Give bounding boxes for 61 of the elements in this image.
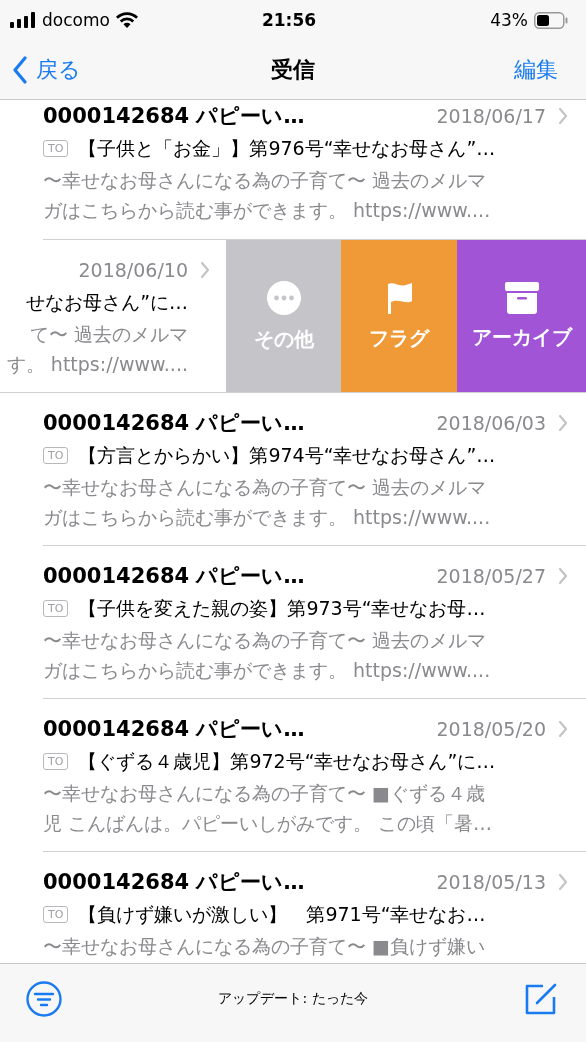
message-date: 2018/06/10	[78, 259, 188, 281]
battery-percent: 43%	[490, 10, 528, 30]
message-subject: 【ぐずる４歳児】第972号“幸せなお母さん”に…	[78, 748, 496, 774]
sender-name: 0000142684 パピーい…	[43, 103, 306, 130]
message-preview: ガはこちらから読む事ができます。 https://www....	[43, 198, 492, 223]
to-badge: TO	[43, 753, 69, 770]
message-date: 2018/05/13	[436, 871, 546, 893]
update-status: アップデート: たった今	[218, 990, 368, 1008]
to-badge: TO	[43, 906, 69, 923]
message-preview: て〜 過去のメルマ	[29, 322, 188, 347]
archive-action[interactable]: アーカイブ	[457, 240, 586, 392]
message-date: 2018/06/17	[436, 105, 546, 127]
message-subject: 【負けず嫌いが激しい】 第971号“幸せなお…	[78, 901, 486, 927]
message-row[interactable]: 0000142684 パピーい… 2018/05/13 TO 【負けず嫌いが激しい】 第971号“幸せなお… 〜幸せなお母さんになる為の子育て〜 ■負けず嫌い	[43, 852, 586, 963]
message-preview: 〜幸せなお母さんになる為の子育て〜 ■負けず嫌い	[43, 934, 486, 959]
to-badge: TO	[43, 447, 69, 464]
carrier-name: docomo	[42, 10, 110, 30]
message-date: 2018/05/27	[436, 565, 546, 587]
wifi-icon	[115, 12, 138, 28]
chevron-icon	[200, 261, 210, 279]
chevron-icon	[558, 107, 568, 125]
message-subject: 【子供と「お金」】第976号“幸せなお母さん”…	[78, 135, 496, 161]
message-preview: ガはこちらから読む事ができます。 https://www....	[43, 658, 492, 683]
screen-title: 受信	[271, 55, 315, 84]
clock-time: 21:56	[261, 10, 317, 30]
sender-name: 0000142684 パピーい…	[43, 410, 306, 437]
sender-name: 0000142684 パピーい…	[43, 563, 306, 590]
edit-button[interactable]: 編集	[514, 54, 558, 85]
message-row[interactable]: 0000142684 パピーい… 2018/06/17 TO 【子供と「お金」】第976号“幸せなお母さん”… 〜幸せなお母さんになる為の子育て〜 過去のメルマ ガはこちらから読む事ができます。 https://www....	[43, 100, 586, 239]
signal-icon	[10, 12, 36, 28]
message-preview: 児 こんばんは。パピーいしがみです。 この頃「暑…	[43, 811, 494, 836]
chevron-icon	[558, 873, 568, 891]
message-preview: ガはこちらから読む事ができます。 https://www....	[43, 505, 492, 530]
archive-box-icon	[504, 281, 539, 314]
chevron-icon	[558, 414, 568, 432]
message-date: 2018/06/03	[436, 412, 546, 434]
message-date: 2018/05/20	[436, 718, 546, 740]
message-preview: 〜幸せなお母さんになる為の子育て〜 ■ぐずる４歳	[43, 781, 486, 806]
sender-name: 0000142684 パピーい…	[43, 716, 306, 743]
compose-icon[interactable]	[524, 982, 558, 1016]
message-row[interactable]: 0000142684 パピーい… 2018/05/20 TO 【ぐずる４歳児】第972号“幸せなお母さん”に… 〜幸せなお母さんになる為の子育て〜 ■ぐずる４歳 児 こんばんは。パピーいしがみです。 この頃「暑…	[43, 699, 586, 851]
message-subject: せなお母さん”に…	[26, 289, 188, 315]
message-preview: す。 https://www....	[6, 352, 188, 377]
battery-icon	[534, 11, 568, 29]
message-row[interactable]: 0000142684 パピーい… 2018/05/27 TO 【子供を変えた親の姿】第973号“幸せなお母… 〜幸せなお母さんになる為の子育て〜 過去のメルマ ガはこちらから読む事ができます。 https://www....	[43, 546, 586, 698]
chevron-icon	[558, 720, 568, 738]
message-subject: 【方言とからかい】第974号“幸せなお母さん”…	[78, 442, 496, 468]
back-button[interactable]: 戻る	[12, 54, 81, 85]
message-preview: 〜幸せなお母さんになる為の子育て〜 過去のメルマ	[43, 168, 488, 193]
message-row[interactable]: 0000142684 パピーい… 2018/06/03 TO 【方言とからかい】第974号“幸せなお母さん”… 〜幸せなお母さんになる為の子育て〜 過去のメルマ ガはこちらから読む事ができます。 https://www....	[43, 393, 586, 545]
more-icon	[265, 279, 302, 316]
filter-icon[interactable]	[26, 981, 62, 1017]
to-badge: TO	[43, 600, 69, 617]
chevron-icon	[558, 567, 568, 585]
message-preview: 〜幸せなお母さんになる為の子育て〜 過去のメルマ	[43, 475, 488, 500]
message-preview: 〜幸せなお母さんになる為の子育て〜 過去のメルマ	[43, 628, 488, 653]
back-chevron-icon	[12, 55, 28, 84]
message-row[interactable]: 2018/06/10 せなお母さん”に… て〜 過去のメルマ す。 https://www....	[0, 240, 226, 392]
to-badge: TO	[43, 140, 69, 157]
message-subject: 【子供を変えた親の姿】第973号“幸せなお母…	[78, 595, 486, 621]
sender-name: 0000142684 パピーい…	[43, 869, 306, 896]
